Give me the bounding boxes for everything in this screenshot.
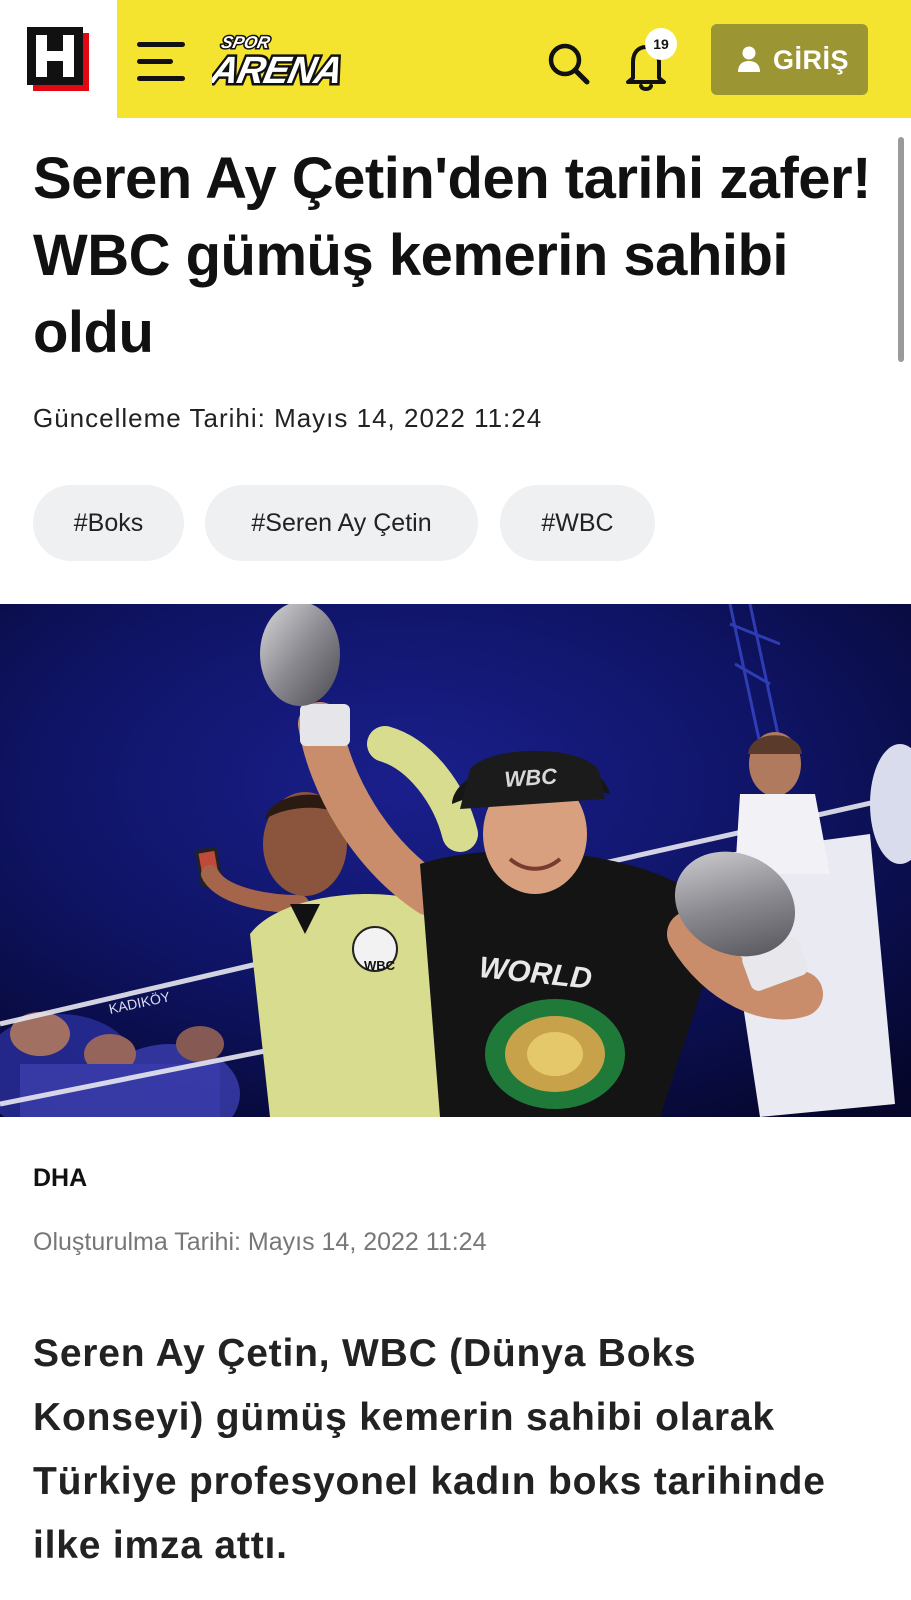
boxing-victory-illustration: KADIKÖY WBC WORLD WBC [0,604,911,1117]
tag-wbc[interactable]: #WBC [500,485,655,561]
search-icon [548,43,590,85]
search-button[interactable] [545,40,593,88]
hurriyet-logo[interactable]: H [27,27,89,91]
menu-icon-line [137,59,173,64]
article-photo[interactable]: KADIKÖY WBC WORLD WBC [0,604,911,1117]
notification-badge: 19 [645,28,677,60]
menu-icon [137,42,185,47]
page-scrollbar[interactable] [898,137,904,362]
brand-large: ARENA [212,49,346,89]
menu-icon-line [137,76,185,81]
article-lead: Seren Ay Çetin, WBC (Dünya Boks Konseyi)… [33,1332,826,1567]
created-date: Oluşturulma Tarihi: Mayıs 14, 2022 11:24 [33,1228,487,1256]
news-source[interactable]: DHA [33,1164,87,1193]
menu-button[interactable] [137,42,185,82]
login-button[interactable]: GİRİŞ [711,24,868,95]
spor-arena-logo[interactable]: SPOR ARENA [212,31,352,89]
article-headline: Seren Ay Çetin'den tarihi zafer! WBC güm… [33,146,871,365]
tag-boks[interactable]: #Boks [33,485,184,561]
user-icon [738,46,760,72]
site-logo-area[interactable]: H [0,0,117,118]
updated-date: Güncelleme Tarihi: Mayıs 14, 2022 11:24 [33,403,543,433]
cap-text: WBC [504,763,559,792]
referee-badge-text: WBC [364,958,396,973]
login-label: GİRİŞ [773,45,850,75]
tag-seren-ay-cetin[interactable]: #Seren Ay Çetin [205,485,478,561]
site-header: H SPOR ARENA 19 GİRİŞ [0,0,911,118]
